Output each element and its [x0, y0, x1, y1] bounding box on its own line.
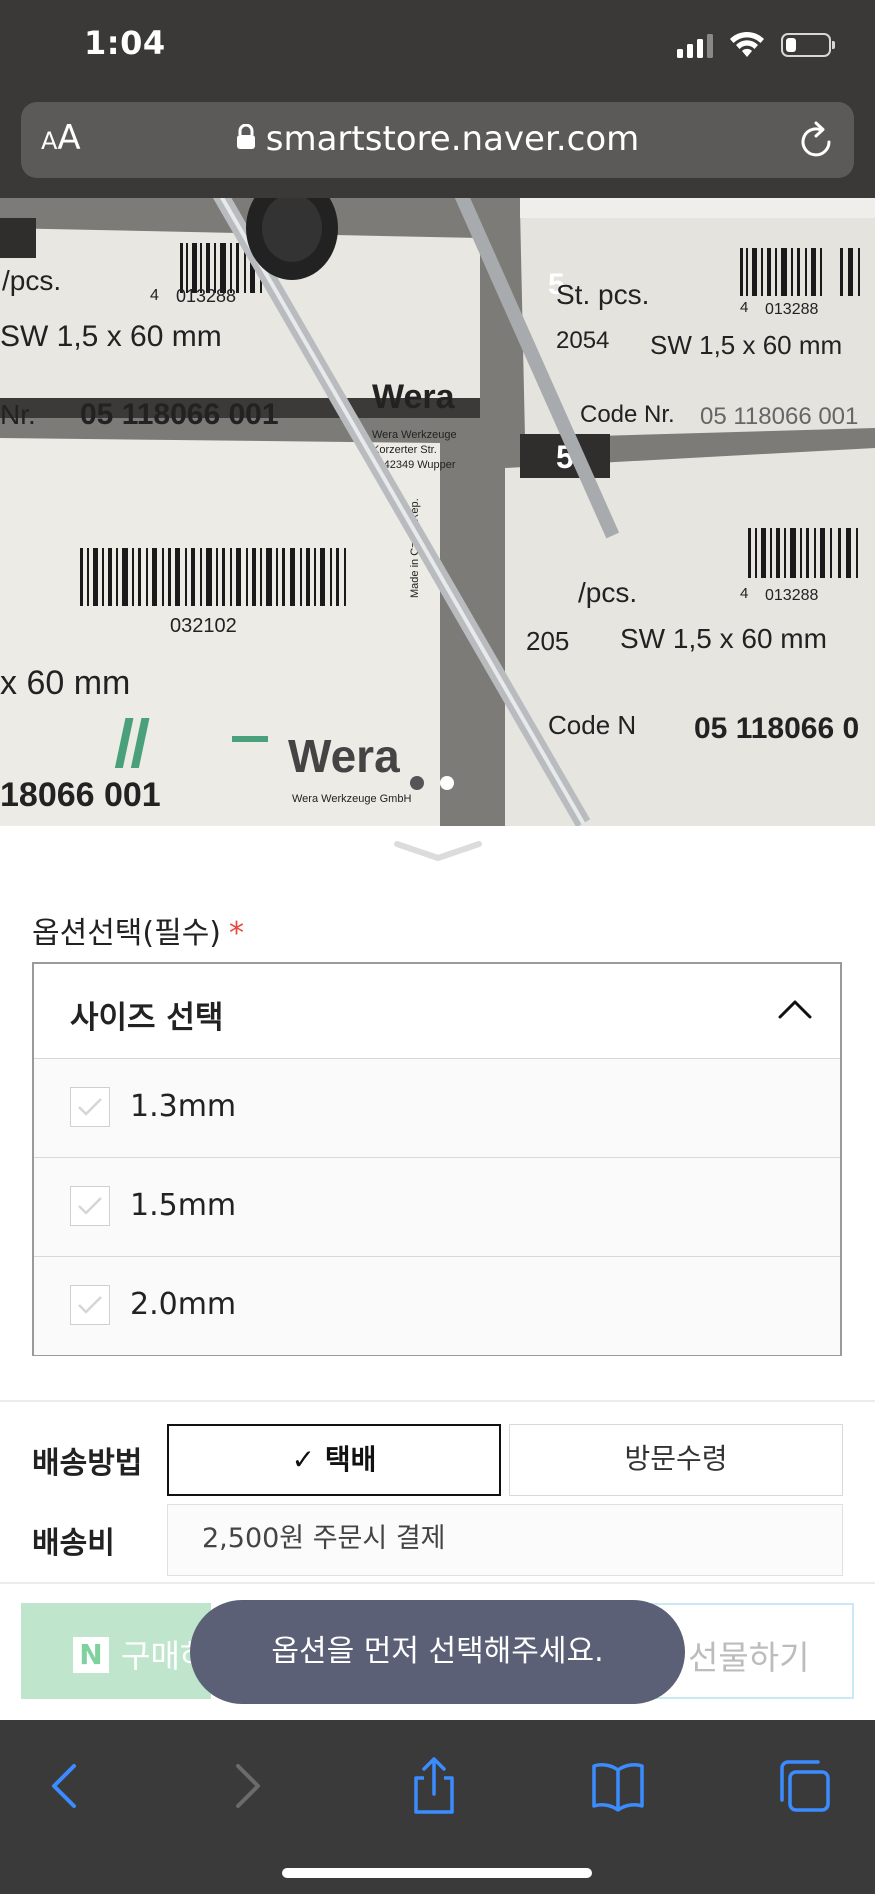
share-icon[interactable] — [404, 1756, 464, 1816]
size-option-dropdown[interactable]: 사이즈 선택 1.3mm 1.5mm 2.0mm — [32, 962, 842, 1356]
svg-text:18066 001: 18066 001 — [0, 776, 161, 814]
product-photo-illustration: /pcs. SW 1,5 x 60 mm Nr. 05 118066 001 4… — [0, 198, 875, 826]
dropdown-header[interactable]: 사이즈 선택 — [34, 964, 840, 1059]
svg-text:Korzerter Str.: Korzerter Str. — [372, 444, 437, 456]
reload-icon[interactable] — [798, 120, 836, 160]
svg-text:013288: 013288 — [765, 587, 818, 604]
svg-text:4: 4 — [150, 287, 159, 304]
option-checkbox[interactable] — [70, 1087, 110, 1127]
svg-text:SW 1,5 x 60 mm: SW 1,5 x 60 mm — [0, 320, 222, 353]
size-option-row[interactable]: 1.5mm — [34, 1158, 840, 1257]
status-time: 1:04 — [84, 24, 166, 62]
svg-text:Wera Werkzeuge GmbH: Wera Werkzeuge GmbH — [292, 793, 411, 805]
section-divider — [0, 1582, 875, 1584]
option-label: 2.0mm — [130, 1287, 237, 1322]
naver-pay-buy-button[interactable]: N 구매하 — [21, 1603, 211, 1699]
back-icon[interactable] — [34, 1756, 94, 1816]
forward-icon[interactable] — [218, 1756, 278, 1816]
svg-text:/pcs.: /pcs. — [2, 265, 61, 296]
lock-icon — [236, 123, 255, 149]
check-icon — [78, 1098, 102, 1116]
gift-button-label: 선물하기 — [688, 1638, 810, 1677]
battery-level — [786, 38, 796, 52]
option-label: 1.5mm — [130, 1188, 237, 1223]
size-option-row[interactable]: 2.0mm — [34, 1257, 840, 1355]
sheet-collapse-handle-icon[interactable] — [393, 840, 483, 862]
carousel-dots — [410, 776, 454, 790]
check-icon — [78, 1197, 102, 1215]
svg-text:013288: 013288 — [176, 286, 236, 306]
svg-text:2054: 2054 — [556, 327, 609, 354]
svg-text:205: 205 — [526, 626, 569, 656]
svg-text:Nr.: Nr. — [0, 399, 36, 430]
carousel-dot[interactable] — [410, 776, 424, 790]
url-text: smartstore.naver.com — [265, 119, 640, 159]
svg-text:St. pcs.: St. pcs. — [556, 279, 649, 310]
svg-text:013288: 013288 — [765, 301, 818, 318]
shipping-delivery-button[interactable]: ✓ 택배 — [167, 1424, 501, 1496]
svg-text:4: 4 — [740, 299, 748, 316]
svg-text:Code N: Code N — [548, 710, 636, 740]
url-display[interactable]: smartstore.naver.com — [21, 119, 854, 159]
shipping-fee-label: 배송비 — [32, 1526, 115, 1561]
svg-text:SW 1,5 x 60 mm: SW 1,5 x 60 mm — [620, 623, 827, 654]
address-bar[interactable]: AA smartstore.naver.com — [21, 102, 854, 178]
svg-text:05 118066 0: 05 118066 0 — [694, 712, 859, 745]
home-indicator — [282, 1868, 592, 1878]
shipping-method-label: 배송방법 — [32, 1446, 143, 1481]
dropdown-title: 사이즈 선택 — [70, 1000, 224, 1036]
bookmarks-icon[interactable] — [588, 1756, 648, 1816]
shipping-fee-value: 2,500원 주문시 결제 — [167, 1504, 843, 1576]
section-divider — [0, 1400, 875, 1402]
svg-text:4: 4 — [740, 585, 748, 602]
svg-text:x 60 mm: x 60 mm — [0, 664, 130, 702]
svg-text:Code Nr.: Code Nr. — [580, 401, 675, 428]
option-checkbox[interactable] — [70, 1285, 110, 1325]
check-icon — [78, 1296, 102, 1314]
shipping-pickup-button[interactable]: 방문수령 — [509, 1424, 843, 1496]
cellular-signal-icon — [677, 32, 713, 58]
size-option-row[interactable]: 1.3mm — [34, 1059, 840, 1158]
svg-text:Wera: Wera — [288, 730, 400, 782]
svg-text:/pcs.: /pcs. — [578, 577, 637, 608]
option-section-label: 옵션선택(필수) * — [32, 908, 244, 952]
svg-text:Wera: Wera — [372, 378, 456, 416]
svg-text:05 118066 001: 05 118066 001 — [80, 398, 279, 431]
wifi-icon — [730, 31, 764, 57]
safari-top-chrome: 1:04 AA smartstore.naver.com — [0, 0, 875, 198]
naver-n-icon: N — [73, 1637, 109, 1673]
svg-text:05 118066 001: 05 118066 001 — [700, 403, 858, 430]
option-checkbox[interactable] — [70, 1186, 110, 1226]
battery-icon — [781, 33, 835, 57]
tabs-icon[interactable] — [774, 1756, 834, 1816]
option-section-label-text: 옵션선택(필수) — [32, 916, 222, 951]
product-image[interactable]: /pcs. SW 1,5 x 60 mm Nr. 05 118066 001 4… — [0, 198, 875, 826]
carousel-dot[interactable] — [440, 776, 454, 790]
svg-text:Wera Werkzeuge: Wera Werkzeuge — [372, 429, 457, 441]
svg-text:032102: 032102 — [170, 615, 237, 637]
toast-message: 옵션을 먼저 선택해주세요. — [190, 1600, 685, 1704]
option-sheet: 옵션선택(필수) * 사이즈 선택 1.3mm 1.5mm 2.0mm 배송방법… — [0, 830, 875, 1720]
chevron-up-icon[interactable] — [778, 998, 812, 1020]
svg-text:SW 1,5 x 60 mm: SW 1,5 x 60 mm — [650, 330, 842, 360]
required-mark: * — [229, 916, 245, 951]
option-label: 1.3mm — [130, 1089, 237, 1124]
status-icons — [677, 30, 835, 60]
